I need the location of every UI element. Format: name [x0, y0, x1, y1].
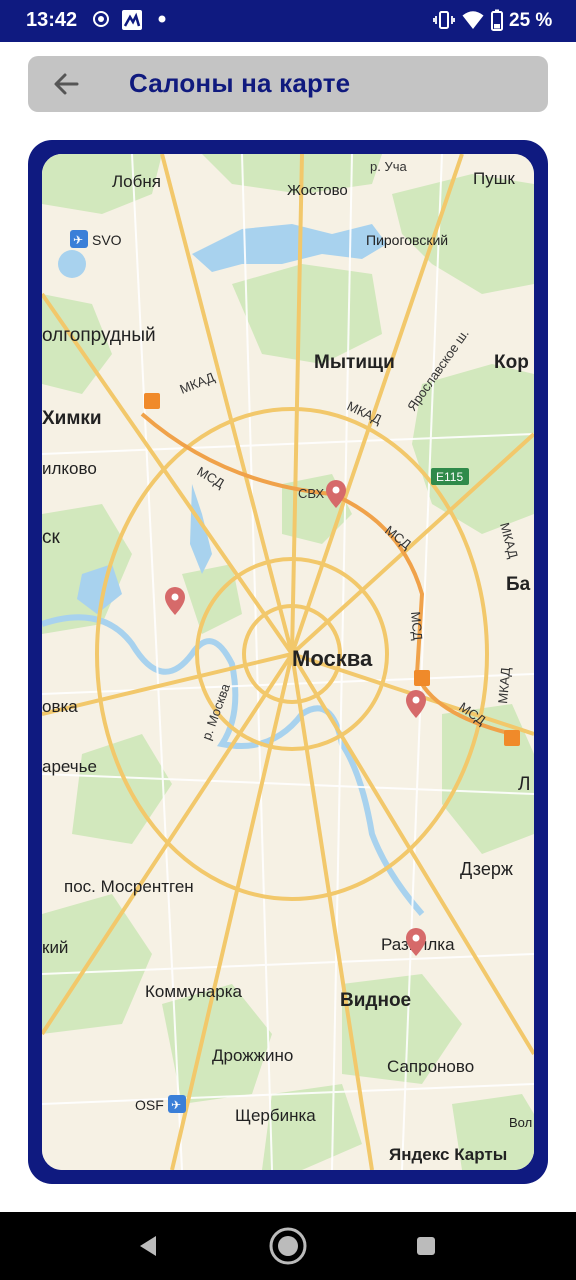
- label-msd-3: МСД: [408, 611, 425, 641]
- label-dzerzhinsky: Дзерж: [460, 859, 513, 879]
- label-lyubertsy: Л: [518, 774, 530, 795]
- map-view[interactable]: Лобня Жостово Пушк ✈ SVO Пироговский олг…: [42, 154, 534, 1170]
- app-notification-icon: [122, 10, 142, 30]
- arrow-left-icon: [54, 73, 79, 95]
- square-recents-icon[interactable]: [416, 1236, 436, 1256]
- yandex-maps-logo[interactable]: Яндекс Карты: [389, 1145, 507, 1164]
- navigation-bar: [0, 1212, 576, 1280]
- label-vol: Вол: [509, 1115, 532, 1130]
- dot-icon: [158, 15, 166, 23]
- back-button[interactable]: [48, 66, 84, 102]
- label-kommunarka: Коммунарка: [145, 982, 243, 1001]
- label-zhostovo: Жостово: [287, 182, 348, 199]
- label-kiy: кий: [42, 938, 68, 957]
- label-sapronovo: Сапроново: [387, 1057, 474, 1076]
- app-bar: Салоны на карте: [28, 56, 548, 112]
- label-pirogovsky: Пироговский: [366, 232, 448, 248]
- label-moscow: Москва: [292, 646, 373, 671]
- label-pushkino: Пушк: [473, 169, 515, 188]
- svg-text:✈: ✈: [73, 233, 83, 247]
- status-time: 13:42: [26, 9, 78, 31]
- airport-osf-icon: ✈: [168, 1095, 186, 1113]
- map-canvas[interactable]: Лобня Жостово Пушк ✈ SVO Пироговский олг…: [42, 154, 534, 1170]
- svg-text:E115: E115: [436, 470, 463, 484]
- label-korolev: Кор: [494, 352, 529, 373]
- page-title: Салоны на карте: [129, 68, 351, 98]
- label-svkh: СВХ: [298, 486, 324, 501]
- label-novo: овка: [42, 697, 78, 716]
- label-balashikha: Ба: [506, 574, 531, 595]
- label-khimki: Химки: [42, 408, 102, 429]
- label-zarechye: аречье: [42, 757, 97, 776]
- label-drozhzhino: Дрожжино: [212, 1046, 293, 1065]
- airport-svo-icon: ✈: [70, 230, 88, 248]
- svg-text:✈: ✈: [171, 1098, 181, 1112]
- label-krasnogorsk: ск: [42, 527, 61, 548]
- label-osf: OSF: [135, 1097, 164, 1113]
- label-mosrentgen: пос. Мосрентген: [64, 877, 194, 896]
- triangle-back-icon[interactable]: [136, 1234, 160, 1258]
- label-svo: SVO: [92, 232, 122, 248]
- label-krasnogorsk-part: илково: [42, 459, 97, 478]
- battery-percent: 25 %: [509, 10, 553, 31]
- status-bar: 13:42 25 %: [0, 0, 576, 42]
- label-vidnoe: Видное: [340, 990, 411, 1011]
- label-lobnya: Лобня: [112, 172, 161, 191]
- battery-icon: [491, 9, 503, 31]
- label-shcherbinka: Щербинка: [235, 1106, 316, 1125]
- label-mkad-4: МКАД: [495, 667, 513, 705]
- target-icon: [93, 11, 109, 27]
- label-mytishchi: Мытищи: [314, 352, 395, 373]
- wifi-icon: [462, 11, 484, 29]
- circle-home-icon[interactable]: [268, 1226, 308, 1266]
- label-dolgoprudny: олгопрудный: [42, 325, 156, 346]
- map-card: Лобня Жостово Пушк ✈ SVO Пироговский олг…: [28, 140, 548, 1184]
- vibrate-icon: [433, 11, 455, 29]
- label-ucha-river: р. Уча: [370, 159, 407, 174]
- e115-shield: E115: [431, 468, 469, 485]
